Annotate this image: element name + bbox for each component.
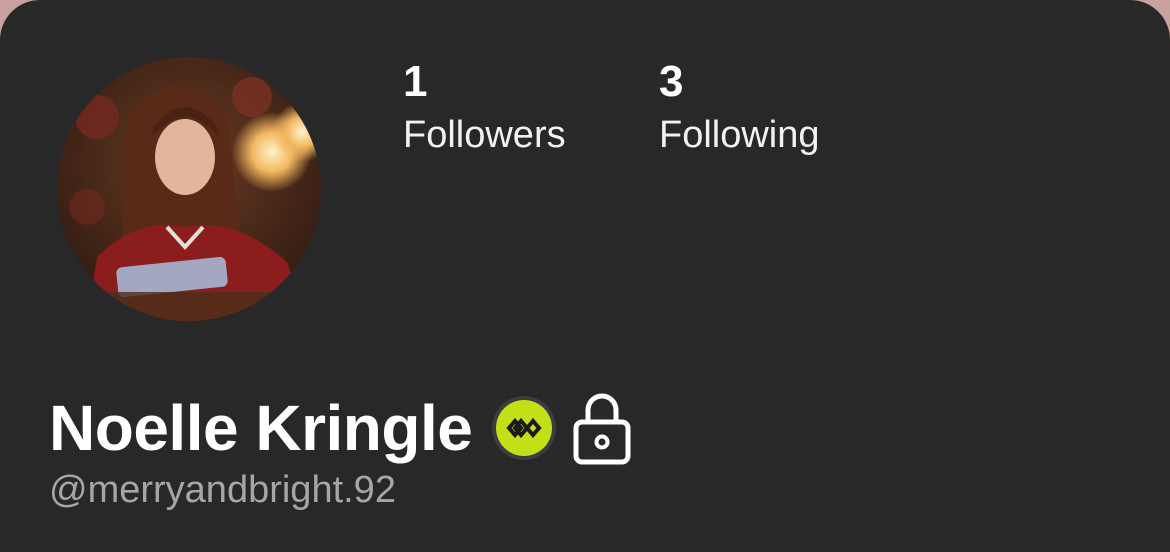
following-count: 3 [659, 57, 684, 106]
username-handle: @merryandbright.92 [49, 469, 396, 511]
following-stat[interactable]: 3 Following [659, 56, 820, 160]
following-label: Following [659, 114, 820, 156]
avatar[interactable] [57, 57, 321, 321]
display-name: Noelle Kringle [49, 392, 473, 464]
lock-icon[interactable] [572, 390, 632, 466]
infinity-badge-icon[interactable] [492, 396, 557, 460]
name-row: Noelle Kringle [49, 388, 632, 468]
followers-label: Followers [403, 114, 566, 156]
avatar-photo [57, 57, 321, 321]
followers-count: 1 [403, 57, 428, 106]
followers-stat[interactable]: 1 Followers [403, 56, 566, 160]
profile-card: 1 Followers 3 Following Noelle Kringle @… [0, 0, 1170, 552]
